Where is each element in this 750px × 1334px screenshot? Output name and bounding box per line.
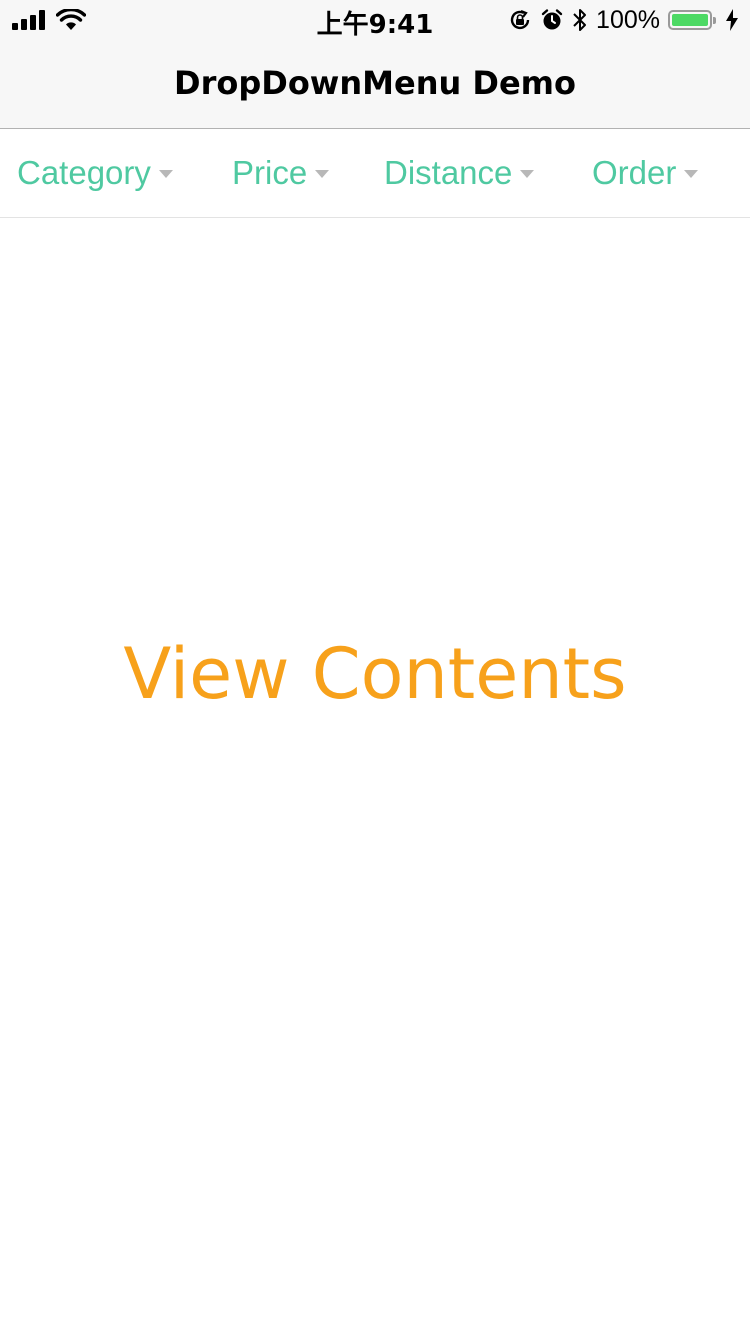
menu-item-label: Distance [384, 154, 513, 191]
dropdown-menu-bar: Category Price Distance Order [0, 129, 750, 218]
status-bar: 上午9:41 100% [0, 0, 750, 40]
chevron-down-icon [158, 170, 173, 178]
menu-item-category[interactable]: Category [17, 129, 173, 217]
page-title: DropDownMenu Demo [174, 64, 576, 102]
battery-icon [668, 10, 716, 30]
menu-item-order[interactable]: Order [592, 129, 699, 217]
top-header: 上午9:41 100% DropDownMenu Demo [0, 0, 750, 129]
status-right: 100% [508, 6, 738, 34]
chevron-down-icon [684, 170, 699, 178]
bluetooth-icon [572, 7, 588, 33]
alarm-icon [540, 8, 564, 32]
menu-item-price[interactable]: Price [232, 129, 330, 217]
charging-icon [726, 9, 738, 31]
battery-percentage: 100% [596, 5, 660, 34]
chevron-down-icon [520, 170, 535, 178]
chevron-down-icon [315, 170, 330, 178]
content-area: View Contents [0, 218, 750, 1334]
menu-item-label: Price [232, 154, 308, 191]
content-label: View Contents [123, 633, 627, 715]
menu-item-label: Category [17, 154, 151, 191]
menu-item-label: Order [592, 154, 677, 191]
rotation-lock-icon [508, 8, 532, 32]
menu-item-distance[interactable]: Distance [384, 129, 535, 217]
